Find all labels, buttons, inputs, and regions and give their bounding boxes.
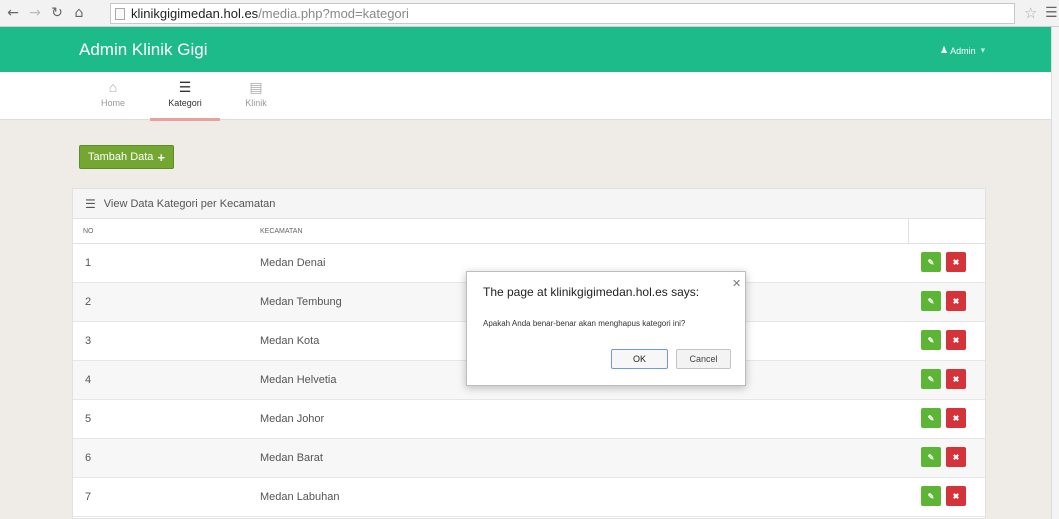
nav-label: Kategori xyxy=(168,98,202,108)
row-no: 5 xyxy=(85,413,92,425)
row-name: Medan Barat xyxy=(260,452,323,464)
nav-item-home[interactable]: ⌂ Home xyxy=(78,78,148,108)
confirm-dialog: The page at klinikgigimedan.hol.es says:… xyxy=(466,271,746,386)
url-host: klinikgigimedan.hol.es xyxy=(131,6,259,21)
delete-button[interactable]: ✖ xyxy=(946,369,966,389)
list-icon: ☰ xyxy=(85,196,96,211)
nav-item-kategori[interactable]: ☰ Kategori xyxy=(150,78,220,108)
add-data-button[interactable]: Tambah Data + xyxy=(79,145,175,169)
cancel-button[interactable]: Cancel xyxy=(676,349,731,369)
nav-label: Klinik xyxy=(245,98,267,108)
edit-button[interactable]: ✎ xyxy=(921,408,941,428)
scrollbar[interactable] xyxy=(1051,27,1059,519)
edit-button[interactable]: ✎ xyxy=(921,291,941,311)
reload-icon[interactable]: ↻ xyxy=(48,4,66,22)
row-name: Medan Tembung xyxy=(260,296,342,308)
plus-icon: + xyxy=(157,149,166,165)
ok-button[interactable]: OK xyxy=(611,349,668,369)
row-no: 3 xyxy=(85,335,92,347)
app-header: Admin Klinik Gigi ♟ Admin ▾ xyxy=(0,27,1059,72)
home-browser-icon[interactable]: ⌂ xyxy=(70,4,88,22)
add-data-label: Tambah Data xyxy=(88,151,154,163)
row-name: Medan Johor xyxy=(260,413,325,425)
back-icon[interactable]: ← xyxy=(4,4,22,22)
address-bar[interactable]: klinikgigimedan.hol.es/media.php?mod=kat… xyxy=(110,3,1015,24)
bookmark-star-icon[interactable]: ☆ xyxy=(1024,4,1037,22)
column-header-no: NO xyxy=(83,228,94,235)
table-row: 7 Medan Labuhan ✎ ✖ xyxy=(73,478,985,517)
column-divider xyxy=(908,219,909,243)
url-path: /media.php?mod=kategori xyxy=(258,6,409,21)
dialog-message: Apakah Anda benar-benar akan menghapus k… xyxy=(483,319,686,328)
delete-button[interactable]: ✖ xyxy=(946,252,966,272)
row-no: 2 xyxy=(85,296,92,308)
row-name: Medan Helvetia xyxy=(260,374,337,386)
delete-button[interactable]: ✖ xyxy=(946,486,966,506)
list-icon: ☰ xyxy=(178,79,192,95)
user-icon: ♟ xyxy=(940,45,949,55)
row-name: Medan Denai xyxy=(260,257,326,269)
user-menu-label: Admin xyxy=(950,45,976,56)
edit-button[interactable]: ✎ xyxy=(921,447,941,467)
close-icon[interactable]: ✕ xyxy=(732,277,741,290)
row-no: 7 xyxy=(85,491,92,503)
panel-title: View Data Kategori per Kecamatan xyxy=(103,197,276,210)
edit-button[interactable]: ✎ xyxy=(921,486,941,506)
edit-button[interactable]: ✎ xyxy=(921,252,941,272)
delete-button[interactable]: ✖ xyxy=(946,447,966,467)
home-icon: ⌂ xyxy=(108,79,118,95)
table-header: NO KECAMATAN xyxy=(73,219,985,244)
row-name: Medan Kota xyxy=(260,335,320,347)
row-name: Medan Labuhan xyxy=(260,491,340,503)
dialog-title: The page at klinikgigimedan.hol.es says: xyxy=(483,285,700,299)
panel-header: ☰ View Data Kategori per Kecamatan xyxy=(73,189,985,219)
table-row: 5 Medan Johor ✎ ✖ xyxy=(73,400,985,439)
row-no: 6 xyxy=(85,452,92,464)
forward-icon[interactable]: → xyxy=(26,4,44,22)
table-row: 6 Medan Barat ✎ ✖ xyxy=(73,439,985,478)
column-header-kecamatan: KECAMATAN xyxy=(260,228,303,235)
user-menu[interactable]: ♟ Admin ▾ xyxy=(940,45,985,56)
edit-button[interactable]: ✎ xyxy=(921,369,941,389)
browser-toolbar: ← → ↻ ⌂ klinikgigimedan.hol.es/media.php… xyxy=(0,0,1059,27)
delete-button[interactable]: ✖ xyxy=(946,291,966,311)
nav-label: Home xyxy=(100,98,125,108)
browser-menu-icon[interactable]: ☰ xyxy=(1045,5,1058,21)
row-no: 4 xyxy=(85,374,92,386)
delete-button[interactable]: ✖ xyxy=(946,408,966,428)
edit-button[interactable]: ✎ xyxy=(921,330,941,350)
nav-item-klinik[interactable]: ▤ Klinik xyxy=(221,78,291,108)
active-tab-indicator xyxy=(150,118,220,121)
monitor-icon: ▤ xyxy=(249,79,263,95)
main-nav: ⌂ Home ☰ Kategori ▤ Klinik xyxy=(0,72,1051,121)
brand-title[interactable]: Admin Klinik Gigi xyxy=(79,40,208,60)
row-no: 1 xyxy=(85,257,92,269)
chevron-down-icon: ▾ xyxy=(980,45,986,55)
delete-button[interactable]: ✖ xyxy=(946,330,966,350)
page-icon xyxy=(115,7,125,20)
